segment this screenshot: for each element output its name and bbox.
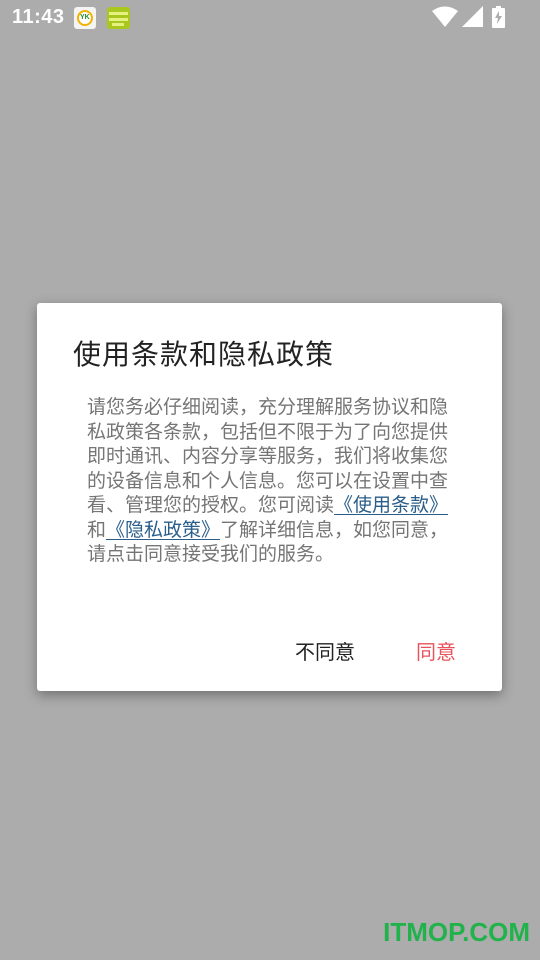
dialog-message-and: 和 — [87, 518, 107, 541]
agree-button[interactable]: 同意 — [416, 636, 456, 665]
battery-charging-icon — [492, 6, 505, 28]
status-time: 11:43 — [12, 6, 65, 28]
dialog-title: 使用条款和隐私政策 — [73, 338, 335, 371]
watermark: ITMOP.COM — [383, 917, 530, 947]
wifi-icon — [432, 6, 458, 27]
status-bar: 11:43 YK — [0, 0, 540, 36]
green-app-icon — [107, 7, 130, 29]
signal-icon — [462, 6, 483, 27]
yk-app-icon: YK — [74, 7, 96, 29]
terms-of-use-link[interactable]: 《使用条款》 — [334, 494, 448, 516]
privacy-policy-link[interactable]: 《隐私政策》 — [106, 519, 220, 541]
dialog-message: 请您务必仔细阅读，充分理解服务协议和隐私政策各条款，包括但不限于为了向您提供即时… — [87, 395, 457, 567]
disagree-button[interactable]: 不同意 — [295, 636, 355, 665]
privacy-policy-dialog: 使用条款和隐私政策 请您务必仔细阅读，充分理解服务协议和隐私政策各条款，包括但不… — [37, 303, 502, 691]
yk-app-icon-text: YK — [80, 14, 90, 21]
